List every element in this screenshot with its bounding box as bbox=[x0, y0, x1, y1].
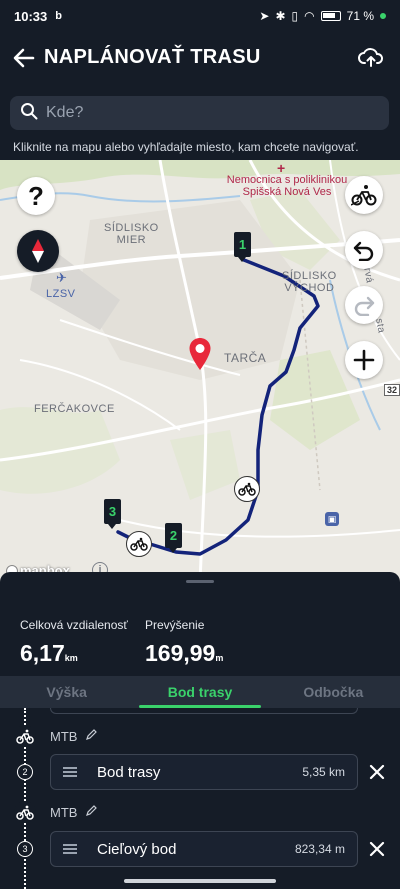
map-label-mier: SÍDLISKO MIER bbox=[104, 222, 159, 246]
tab-elevation[interactable]: Výška bbox=[0, 676, 133, 708]
undo-icon[interactable] bbox=[345, 231, 383, 269]
search-input[interactable] bbox=[46, 104, 366, 122]
road-number-badge: 32 bbox=[384, 384, 400, 396]
sheet-drag-handle[interactable] bbox=[186, 580, 214, 583]
destination-point-card[interactable]: Cieľový bod 823,34 m bbox=[50, 831, 358, 867]
route-point-distance: 823,34 m bbox=[294, 842, 345, 856]
map-label-tarca: TARČA bbox=[224, 351, 267, 365]
segment-activity-2[interactable]: MTB bbox=[50, 805, 98, 820]
tab-detour[interactable]: Odbočka bbox=[267, 676, 400, 708]
elevation-stat: Prevýšenie 169,99m bbox=[145, 618, 223, 667]
airport-icon: ✈ bbox=[56, 270, 67, 285]
distance-stat: Celková vzdialenosť 6,17km bbox=[20, 618, 128, 667]
map-label-hospital: Nemocnica s poliklinikou Spišská Nová Ve… bbox=[226, 174, 348, 198]
location-pin-icon[interactable] bbox=[188, 337, 212, 378]
hospital-icon: + bbox=[277, 160, 286, 176]
header: NAPLÁNOVAŤ TRASU Kliknite na mapu alebo … bbox=[0, 32, 400, 160]
vibrate-icon: ▯ bbox=[291, 9, 299, 23]
notification-icon: b bbox=[55, 10, 62, 22]
segment-activity-label: MTB bbox=[50, 729, 78, 744]
elevation-label: Prevýšenie bbox=[145, 618, 205, 632]
bike-segment-icon[interactable] bbox=[234, 476, 260, 502]
map-label-lzsv: LZSV bbox=[46, 288, 76, 300]
remove-point-icon[interactable] bbox=[366, 838, 388, 860]
bike-segment-icon[interactable] bbox=[126, 531, 152, 557]
bluetooth-icon: ✱ bbox=[275, 9, 286, 23]
edit-pencil-icon[interactable] bbox=[85, 805, 98, 820]
route-point-name: Cieľový bod bbox=[97, 840, 177, 858]
point-number-badge: 3 bbox=[17, 841, 33, 857]
segment-activity-label: MTB bbox=[50, 805, 78, 820]
page-title: NAPLÁNOVAŤ TRASU bbox=[44, 46, 261, 68]
route-point-list: MTB 2 Bod trasy 5,35 km MTB 3 Cieľový bo… bbox=[0, 708, 400, 889]
remove-point-icon[interactable] bbox=[366, 761, 388, 783]
map-label-vychod: SÍDLISKO VÝCHOD bbox=[282, 270, 337, 294]
point-number-badge: 2 bbox=[17, 764, 33, 780]
compass-icon[interactable] bbox=[17, 230, 59, 272]
route-point-card[interactable]: Bod trasy 5,35 km bbox=[50, 754, 358, 790]
waypoint-marker-2[interactable]: 2 bbox=[165, 523, 182, 553]
distance-label: Celková vzdialenosť bbox=[20, 618, 128, 632]
cloud-upload-icon[interactable] bbox=[356, 42, 386, 72]
waypoint-marker-1[interactable]: 1 bbox=[234, 232, 251, 262]
status-bar: 10:33 b ➤ ✱ ▯ ◠ 71 % bbox=[0, 0, 400, 32]
search-hint: Kliknite na mapu alebo vyhľadajte miesto… bbox=[13, 140, 359, 154]
tab-bar: Výška Bod trasy Odbočka bbox=[0, 676, 400, 708]
drag-handle-icon[interactable] bbox=[63, 767, 77, 777]
route-point-distance: 5,35 km bbox=[302, 765, 345, 779]
edit-pencil-icon[interactable] bbox=[85, 729, 98, 744]
bike-icon bbox=[14, 801, 36, 823]
back-arrow-icon[interactable] bbox=[10, 44, 38, 72]
point-card-partial bbox=[50, 708, 358, 714]
redo-icon[interactable] bbox=[345, 286, 383, 324]
help-button[interactable]: ? bbox=[17, 177, 55, 215]
distance-unit: km bbox=[64, 653, 78, 663]
map-view[interactable]: Nemocnica s poliklinikou Spišská Nová Ve… bbox=[0, 160, 400, 582]
battery-icon bbox=[320, 11, 341, 21]
elevation-unit: m bbox=[215, 653, 224, 663]
route-sheet: Celková vzdialenosť 6,17km Prevýšenie 16… bbox=[0, 572, 400, 889]
train-station-icon: ▣ bbox=[325, 512, 339, 526]
map-label-fercakovce: FERČAKOVCE bbox=[34, 403, 115, 415]
route-point-name: Bod trasy bbox=[97, 763, 161, 781]
distance-value: 6,17 bbox=[20, 640, 65, 666]
bike-icon bbox=[14, 725, 36, 747]
activity-mtb-button[interactable] bbox=[345, 176, 383, 214]
wifi-icon: ◠ bbox=[304, 9, 315, 23]
search-field[interactable] bbox=[10, 96, 389, 130]
tab-route-point[interactable]: Bod trasy bbox=[133, 676, 266, 708]
drag-handle-icon[interactable] bbox=[63, 844, 77, 854]
zoom-in-icon[interactable] bbox=[345, 341, 383, 379]
status-time: 10:33 bbox=[14, 8, 48, 24]
location-icon: ➤ bbox=[259, 9, 270, 23]
privacy-dot-icon bbox=[380, 13, 386, 19]
waypoint-marker-3[interactable]: 3 bbox=[104, 499, 121, 529]
home-indicator[interactable] bbox=[124, 879, 276, 883]
elevation-value: 169,99 bbox=[145, 640, 216, 666]
search-icon bbox=[20, 102, 38, 125]
segment-activity-1[interactable]: MTB bbox=[50, 729, 98, 744]
battery-percent: 71 % bbox=[346, 9, 374, 23]
